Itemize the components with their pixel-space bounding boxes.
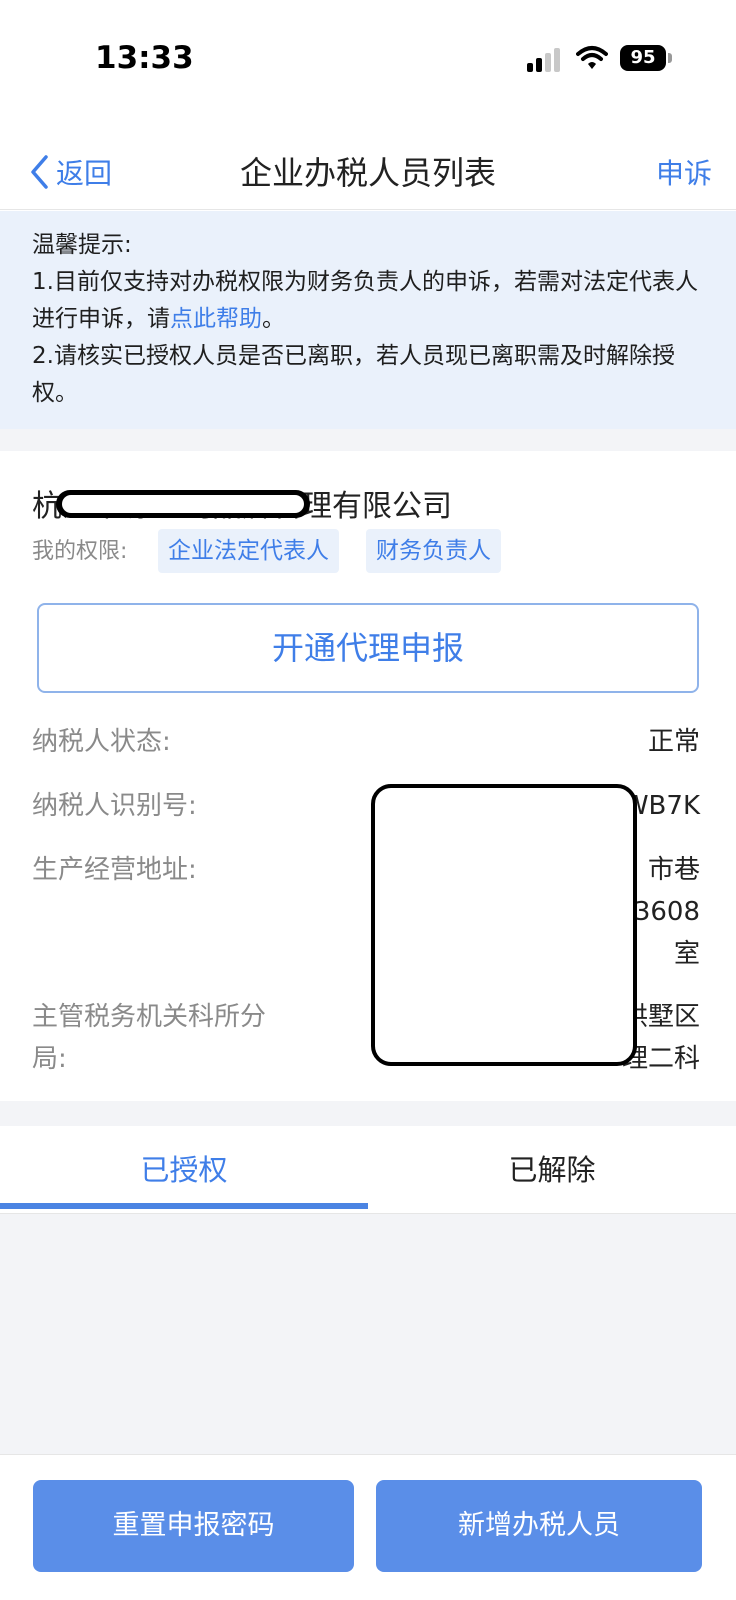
back-button[interactable]: 返回 — [28, 152, 112, 192]
tax-bureau-label-line: 主管税务机关科所分 — [32, 1002, 267, 1032]
permission-tag-legal-rep: 企业法定代表人 — [158, 529, 339, 573]
chevron-left-icon — [31, 155, 48, 189]
staff-list-empty — [0, 1214, 736, 1454]
redaction-mark — [56, 490, 310, 518]
tips-line-1-text: 1.目前仅支持对办税权限为财务负责人的申诉，若需对法定代表人进行申诉，请 — [32, 269, 698, 332]
section-gap — [0, 429, 736, 451]
section-gap — [0, 1101, 736, 1126]
tips-line-1-suffix: 。 — [262, 306, 285, 332]
open-agent-filing-button[interactable]: 开通代理申报 — [37, 603, 699, 693]
tab-active-indicator — [0, 1203, 368, 1209]
nav-bar: 返回 企业办税人员列表 申诉 — [0, 130, 736, 210]
bottom-action-bar: 重置申报密码 新增办税人员 — [0, 1454, 736, 1600]
tips-box: 温馨提示: 1.目前仅支持对办税权限为财务负责人的申诉，若需对法定代表人进行申诉… — [0, 211, 736, 429]
reset-password-button[interactable]: 重置申报密码 — [33, 1480, 354, 1572]
tab-bar: 已授权 已解除 — [0, 1126, 736, 1214]
battery-nub — [668, 53, 672, 63]
tab-removed[interactable]: 已解除 — [368, 1126, 736, 1214]
status-time: 13:33 — [95, 40, 194, 76]
address-label: 生产经营地址: — [32, 855, 197, 885]
battery-icon: 95 — [620, 45, 666, 71]
redaction-box — [371, 784, 637, 1066]
back-label: 返回 — [56, 157, 113, 190]
tax-bureau-label-line: 局: — [32, 1044, 67, 1074]
tips-heading: 温馨提示: — [32, 232, 132, 258]
company-card: 杭州某源企创品牌管理有限公司 我的权限: 企业法定代表人 财务负责人 开通代理申… — [0, 451, 736, 1101]
taxpayer-status-value: 正常 — [647, 727, 700, 757]
taxpayer-status-label: 纳税人状态: — [32, 727, 171, 757]
status-bar: 13:33 95 — [0, 0, 736, 120]
help-link[interactable]: 点此帮助 — [170, 306, 262, 332]
tax-bureau-label: 主管税务机关科所分 局: — [32, 996, 266, 1080]
tab-authorized[interactable]: 已授权 — [0, 1126, 368, 1214]
tips-line-1: 1.目前仅支持对办税权限为财务负责人的申诉，若需对法定代表人进行申诉，请点此帮助… — [32, 264, 704, 338]
appeal-button[interactable]: 申诉 — [656, 152, 712, 192]
add-staff-button[interactable]: 新增办税人员 — [376, 1480, 702, 1572]
wifi-icon — [576, 44, 608, 72]
taxpayer-id-label: 纳税人识别号: — [32, 791, 197, 821]
permission-tag-finance: 财务负责人 — [366, 529, 501, 573]
signal-icon — [527, 48, 561, 72]
permission-label: 我的权限: — [32, 539, 128, 564]
tips-line-2: 2.请核实已授权人员是否已离职，若人员现已离职需及时解除授权。 — [32, 343, 675, 406]
